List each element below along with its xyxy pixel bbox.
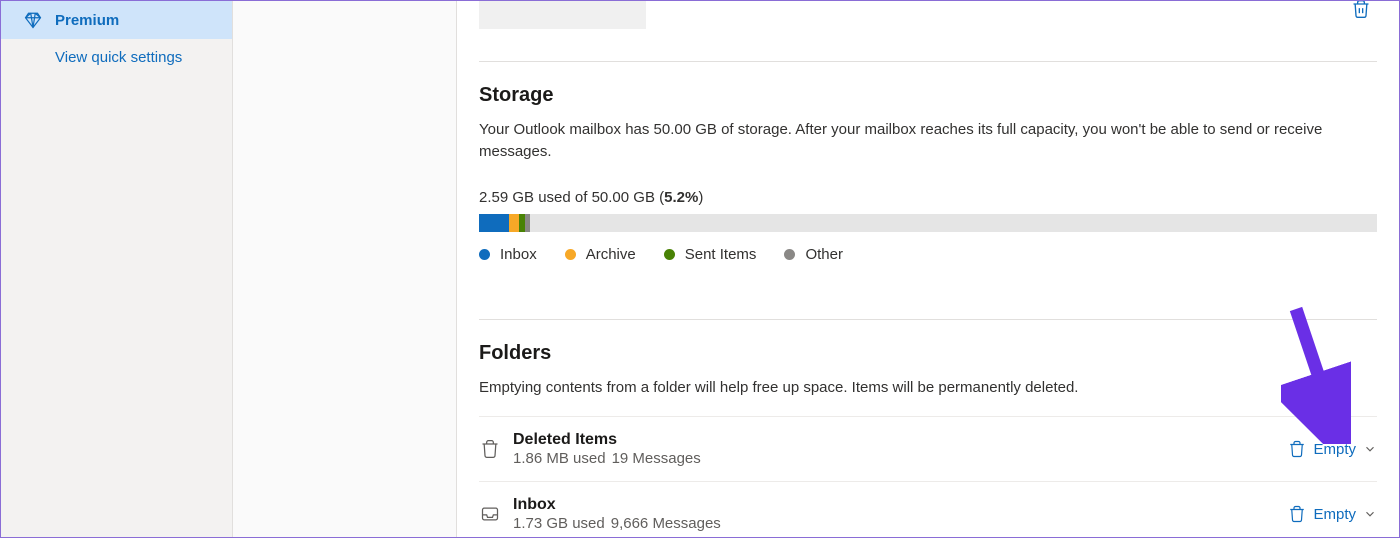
folder-row: Inbox1.73 GB used9,666 Messages Empty	[479, 481, 1377, 537]
legend-item: Inbox	[479, 246, 537, 263]
legend-label: Inbox	[500, 246, 537, 263]
folder-name: Inbox	[513, 496, 1288, 514]
account-avatar-placeholder	[479, 1, 646, 29]
legend-label: Sent Items	[685, 246, 757, 263]
trash-icon	[1288, 440, 1306, 458]
account-top-area	[479, 1, 1377, 29]
empty-folder-button[interactable]: Empty	[1288, 505, 1377, 523]
legend-item: Archive	[565, 246, 636, 263]
legend-item: Sent Items	[664, 246, 757, 263]
legend-label: Archive	[586, 246, 636, 263]
inbox-icon	[479, 504, 501, 524]
storage-title: Storage	[479, 84, 1377, 107]
premium-icon	[23, 10, 43, 30]
chevron-down-icon[interactable]	[1363, 507, 1377, 521]
legend-dot	[479, 249, 490, 260]
folder-info: Inbox1.73 GB used9,666 Messages	[513, 496, 1288, 532]
folders-section: Folders Emptying contents from a folder …	[479, 320, 1377, 538]
legend-dot	[664, 249, 675, 260]
folder-list: Deleted Items1.86 MB used19 Messages Empt…	[479, 416, 1377, 537]
legend-dot	[784, 249, 795, 260]
bar-segment	[479, 214, 509, 232]
bar-segment	[509, 214, 520, 232]
folder-name: Deleted Items	[513, 431, 1288, 449]
storage-description: Your Outlook mailbox has 50.00 GB of sto…	[479, 119, 1377, 163]
empty-folder-button[interactable]: Empty	[1288, 440, 1377, 458]
settings-sub-panel	[233, 1, 457, 537]
main-content: Storage Your Outlook mailbox has 50.00 G…	[457, 1, 1399, 537]
legend-item: Other	[784, 246, 843, 263]
folders-title: Folders	[479, 342, 1377, 365]
legend-dot	[565, 249, 576, 260]
folder-info: Deleted Items1.86 MB used19 Messages	[513, 431, 1288, 467]
legend-label: Other	[805, 246, 843, 263]
folders-description: Emptying contents from a folder will hel…	[479, 377, 1377, 399]
storage-legend: Inbox Archive Sent Items Other	[479, 246, 1377, 263]
sidebar-item-label: Premium	[55, 12, 119, 29]
sidebar-item-premium[interactable]: Premium	[1, 1, 232, 39]
folder-meta: 1.86 MB used19 Messages	[513, 450, 1288, 467]
trash-icon	[479, 439, 501, 459]
bar-segment	[525, 214, 530, 232]
folder-meta: 1.73 GB used9,666 Messages	[513, 515, 1288, 532]
storage-section: Storage Your Outlook mailbox has 50.00 G…	[479, 62, 1377, 287]
trash-icon	[1288, 505, 1306, 523]
delete-account-button[interactable]	[1351, 1, 1371, 19]
storage-usage-text: 2.59 GB used of 50.00 GB (5.2%)	[479, 189, 1377, 206]
view-quick-settings-link[interactable]: View quick settings	[1, 39, 232, 76]
settings-sidebar: Premium View quick settings	[1, 1, 233, 537]
empty-label: Empty	[1313, 506, 1356, 523]
folder-row: Deleted Items1.86 MB used19 Messages Empt…	[479, 416, 1377, 481]
chevron-down-icon[interactable]	[1363, 442, 1377, 456]
empty-label: Empty	[1313, 441, 1356, 458]
storage-bar	[479, 214, 1377, 232]
